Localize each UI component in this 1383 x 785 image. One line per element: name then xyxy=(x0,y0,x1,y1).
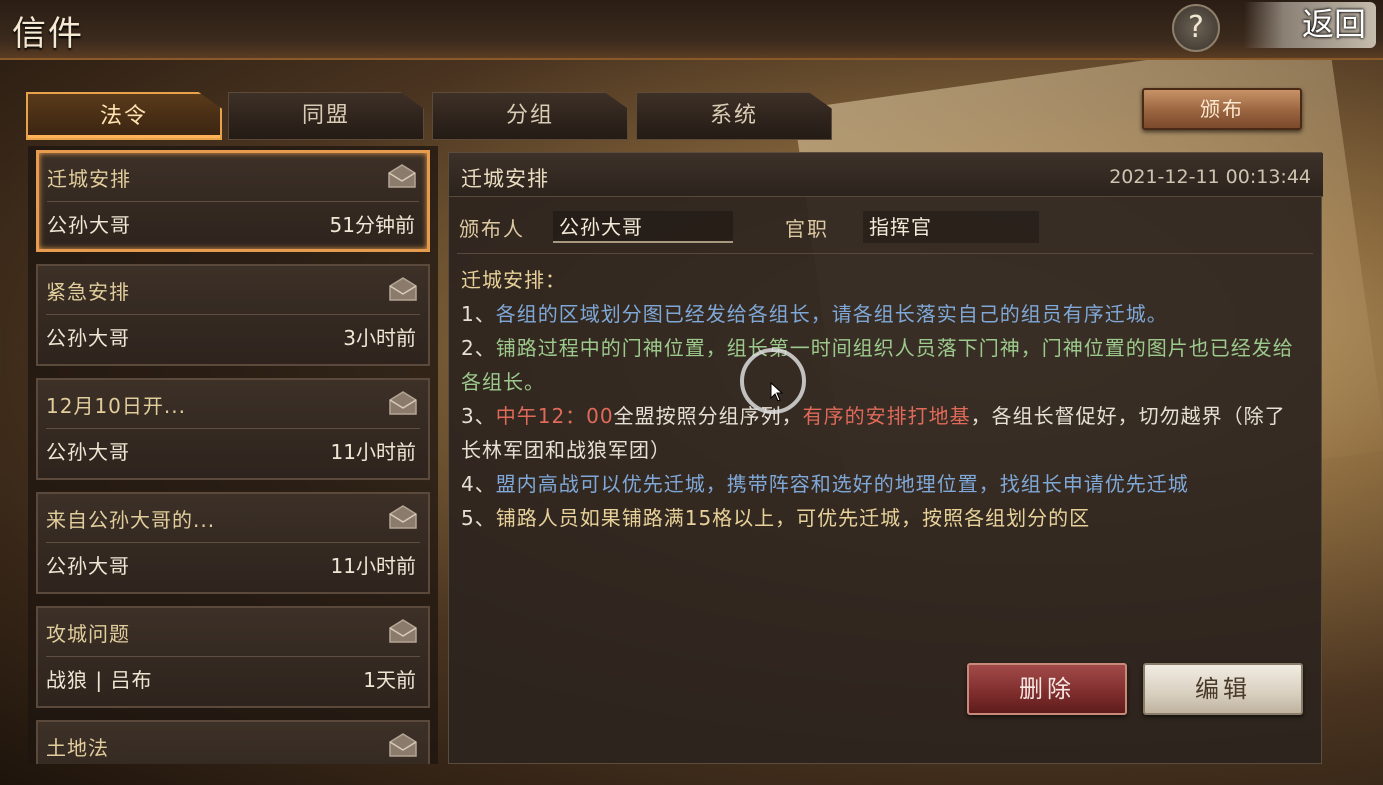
tab-bar: 法令 同盟 分组 系统 xyxy=(26,92,836,140)
rank-value: 指挥官 xyxy=(863,211,1039,243)
mail-list-item[interactable]: 紧急安排 公孙大哥 3小时前 xyxy=(36,264,430,366)
tab-group[interactable]: 分组 xyxy=(432,92,628,140)
mail-subject: 迁城安排 xyxy=(47,167,131,191)
tab-system[interactable]: 系统 xyxy=(636,92,832,140)
envelope-open-icon xyxy=(389,733,417,757)
mail-time: 1天前 xyxy=(363,668,416,692)
mail-list-item[interactable]: 土地法 xyxy=(36,720,430,764)
delete-button[interactable]: 删除 xyxy=(967,663,1127,715)
mail-sender: 公孙大哥 xyxy=(46,326,130,350)
paragraph-number: 2、 xyxy=(461,336,496,360)
mail-detail-panel: 迁城安排 2021-12-11 00:13:44 颁布人 公孙大哥 官职 指挥官… xyxy=(448,152,1323,764)
rank-label: 官职 xyxy=(785,217,829,241)
help-button[interactable]: ? xyxy=(1172,4,1220,52)
mail-list[interactable]: 迁城安排 公孙大哥 51分钟前 紧急安排 公孙大哥 3小时前 12月10日开..… xyxy=(28,146,438,764)
mail-subject: 土地法 xyxy=(46,736,109,760)
envelope-open-icon xyxy=(389,505,417,529)
edit-button[interactable]: 编辑 xyxy=(1143,663,1303,715)
body-paragraph: 3、中午12：00全盟按照分组序列，有序的安排打地基，各组长督促好，切勿越界（除… xyxy=(461,399,1301,467)
mail-subject: 12月10日开... xyxy=(46,394,186,418)
mail-sender: 公孙大哥 xyxy=(46,440,130,464)
publisher-value: 公孙大哥 xyxy=(553,211,733,243)
paragraph-text: 各组的区域划分图已经发给各组长，请各组长落实自己的组员有序迁城。 xyxy=(495,302,1168,326)
mail-time: 51分钟前 xyxy=(329,213,415,237)
detail-header: 迁城安排 2021-12-11 00:13:44 xyxy=(449,153,1323,197)
paragraph-text: 铺路过程中的门神位置，组长第一时间组织人员落下门神，门神位置的图片也已经发给各组… xyxy=(461,336,1294,394)
paragraph-text: 盟内高战可以优先迁城，携带阵容和选好的地理位置，找组长申请优先迁城 xyxy=(495,472,1189,496)
detail-datetime: 2021-12-11 00:13:44 xyxy=(1109,166,1311,188)
mail-subject: 来自公孙大哥的... xyxy=(46,508,216,532)
mail-sender: 战狼 | 吕布 xyxy=(46,668,153,692)
mail-list-item[interactable]: 攻城问题 战狼 | 吕布 1天前 xyxy=(36,606,430,708)
mail-list-item[interactable]: 迁城安排 公孙大哥 51分钟前 xyxy=(36,150,430,252)
mail-list-item[interactable]: 12月10日开... 公孙大哥 11小时前 xyxy=(36,378,430,480)
mail-subject: 紧急安排 xyxy=(46,280,130,304)
back-button[interactable]: 返回 xyxy=(1244,2,1376,48)
body-paragraph: 2、铺路过程中的门神位置，组长第一时间组织人员落下门神，门神位置的图片也已经发给… xyxy=(461,331,1301,399)
paragraph-text: 铺路人员如果铺路满15格以上，可优先迁城，按照各组划分的区 xyxy=(495,506,1091,530)
detail-meta: 颁布人 公孙大哥 官职 指挥官 xyxy=(449,211,1323,243)
cursor-icon xyxy=(770,382,784,402)
mail-time: 11小时前 xyxy=(330,440,416,464)
page-title: 信件 xyxy=(12,14,84,54)
top-bar: 信件 ? 返回 xyxy=(0,0,1383,60)
mail-list-item[interactable]: 来自公孙大哥的... 公孙大哥 11小时前 xyxy=(36,492,430,594)
mail-subject: 攻城问题 xyxy=(46,622,130,646)
divider xyxy=(46,656,420,657)
tab-alliance[interactable]: 同盟 xyxy=(228,92,424,140)
publisher-label: 颁布人 xyxy=(459,217,525,241)
body-paragraph: 1、各组的区域划分图已经发给各组长，请各组长落实自己的组员有序迁城。 xyxy=(461,297,1301,331)
mail-sender: 公孙大哥 xyxy=(47,213,131,237)
envelope-open-icon xyxy=(389,277,417,301)
envelope-open-icon xyxy=(389,619,417,643)
divider xyxy=(457,253,1313,254)
touch-indicator xyxy=(740,348,806,414)
body-intro: 迁城安排： xyxy=(461,268,566,292)
divider xyxy=(46,542,420,543)
divider xyxy=(46,428,420,429)
envelope-open-icon xyxy=(388,164,416,188)
detail-subject: 迁城安排 xyxy=(461,167,549,191)
paragraph-number: 5、 xyxy=(461,506,496,530)
divider xyxy=(46,314,420,315)
divider xyxy=(47,201,419,202)
publish-button[interactable]: 颁布 xyxy=(1142,88,1302,130)
mail-time: 3小时前 xyxy=(343,326,416,350)
tab-decree[interactable]: 法令 xyxy=(26,92,222,140)
paragraph-number: 3、 xyxy=(461,404,496,428)
body-paragraph: 4、盟内高战可以优先迁城，携带阵容和选好的地理位置，找组长申请优先迁城 xyxy=(461,467,1301,501)
mail-sender: 公孙大哥 xyxy=(46,554,130,578)
mail-body[interactable]: 迁城安排： 1、各组的区域划分图已经发给各组长，请各组长落实自己的组员有序迁城。… xyxy=(461,263,1301,585)
paragraph-number: 1、 xyxy=(461,302,496,326)
body-paragraph: 5、铺路人员如果铺路满15格以上，可优先迁城，按照各组划分的区 xyxy=(461,501,1301,535)
paragraph-number: 4、 xyxy=(461,472,496,496)
mail-time: 11小时前 xyxy=(330,554,416,578)
envelope-open-icon xyxy=(389,391,417,415)
paragraph-text: 中午12：00 xyxy=(495,404,614,428)
paragraph-text: 有序的安排打地基 xyxy=(802,404,971,428)
